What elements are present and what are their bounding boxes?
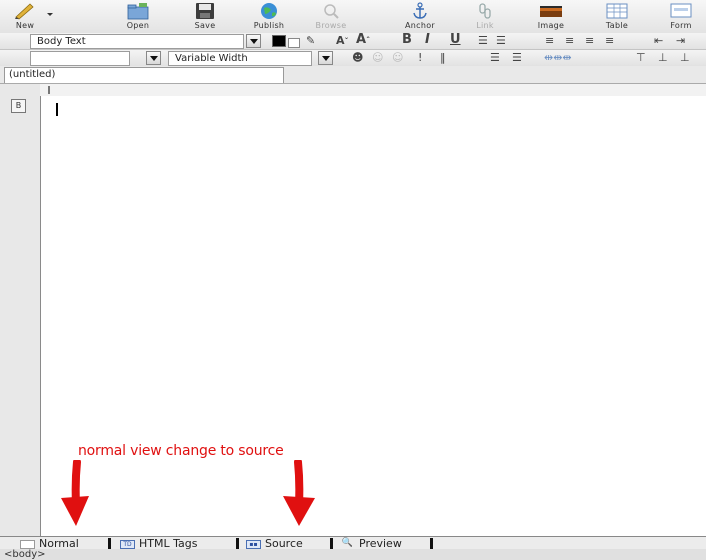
italic-icon[interactable]: I [425,33,430,47]
font-select-dropdown[interactable] [318,51,333,65]
body-tag-marker[interactable]: B [11,99,26,113]
image-button[interactable]: Image [526,1,576,32]
align-justify-icon[interactable]: ≡ [605,34,614,48]
open-button[interactable]: Open [113,1,163,32]
new-dropdown-button[interactable] [40,1,60,32]
chevron-down-icon [47,13,53,16]
align-center-icon[interactable]: ≡ [565,34,574,48]
increase-font-icon[interactable]: Aˆ [356,33,370,48]
underline-icon[interactable]: U [450,33,461,47]
paragraph-style-select[interactable]: Body Text [30,34,244,49]
font-toolbar: Variable Width ☻ ☺ ☺ ! ‖ ☰ ☰ ⇹⇹⇹ ⊤ ⊥ ⊥ [0,50,706,67]
publish-button[interactable]: Publish [244,1,294,32]
block-right-icon[interactable]: ☰ [512,51,522,65]
left-gutter [0,84,40,536]
publish-label: Publish [253,21,285,30]
folder-icon [127,3,149,20]
html-tags-icon: TD [120,539,135,549]
block-left-icon[interactable]: ☰ [490,51,500,65]
bullet-list-icon[interactable]: ☰ [478,34,488,48]
browse-label: Browse [315,21,347,30]
form-icon [670,3,692,18]
left-empty-select[interactable] [30,51,130,66]
valign-bottom-icon[interactable]: ⊥ [680,51,690,65]
text-caret [56,103,58,116]
special-char-icon[interactable]: ☻ [352,51,363,65]
font-select[interactable]: Variable Width [168,51,312,66]
annotation-text: normal view change to source [78,443,284,459]
main-toolbar: New Open Save Publish Browse Anchor Link… [0,0,706,34]
pause-icon[interactable]: ‖ [440,51,446,65]
browse-button[interactable]: Browse [306,1,356,32]
preview-icon: 🔍 [341,537,354,548]
browse-icon [324,4,339,19]
normal-view-icon [20,539,35,549]
form-button[interactable]: Form [656,1,706,32]
anchor-button[interactable]: Anchor [395,1,445,32]
anchor-label: Anchor [405,21,435,30]
spacing-icon[interactable]: ⇹⇹⇹ [544,51,572,65]
save-button[interactable]: Save [180,1,230,32]
smiley-2-icon[interactable]: ☺ [392,51,403,65]
link-icon [479,3,491,19]
save-label: Save [194,21,216,30]
decrease-font-icon[interactable]: Aˇ [336,34,349,49]
eraser-icon[interactable]: ✎ [306,34,315,48]
align-left-icon[interactable]: ≡ [545,34,554,48]
arrow-down-icon [283,460,315,526]
table-label: Table [605,21,629,30]
numbered-list-icon[interactable]: ☰ [496,34,506,48]
open-label: Open [126,21,150,30]
new-icon [15,3,34,20]
save-icon [196,3,214,19]
source-icon: ▪▪ [246,539,261,549]
valign-top-icon[interactable]: ⊤ [636,51,646,65]
editor-canvas[interactable] [40,96,706,536]
globe-icon [261,3,277,19]
document-tab-strip: (untitled) [0,66,706,84]
ruler-marker[interactable] [48,86,50,94]
document-tab[interactable]: (untitled) [4,67,284,83]
form-label: Form [670,21,692,30]
table-icon [606,3,628,19]
view-tabs: Normal TD HTML Tags ▪▪ Source 🔍 Preview [0,536,706,550]
anchor-icon [413,2,427,19]
left-select-dropdown[interactable] [146,51,161,65]
arrow-down-icon [61,460,89,526]
paragraph-style-dropdown[interactable] [246,34,261,48]
text-color-swatch[interactable] [272,35,286,47]
valign-mid-icon[interactable]: ⊥ [658,51,668,65]
image-icon [540,6,562,17]
exclaim-icon[interactable]: ! [418,51,422,65]
link-button[interactable]: Link [460,1,510,32]
status-bar: <body> [0,549,706,560]
indent-icon[interactable]: ⇥ [676,34,685,48]
background-color-swatch[interactable] [288,38,300,48]
image-label: Image [537,21,565,30]
table-button[interactable]: Table [592,1,642,32]
bold-icon[interactable]: B [402,33,412,47]
link-label: Link [476,21,494,30]
smiley-icon[interactable]: ☺ [372,51,383,65]
format-toolbar: Body Text ✎ Aˇ Aˆ B I U ☰ ☰ ≡ ≡ ≡ ≡ ⇤ ⇥ [0,33,706,50]
align-right-icon[interactable]: ≡ [585,34,594,48]
outdent-icon[interactable]: ⇤ [654,34,663,48]
